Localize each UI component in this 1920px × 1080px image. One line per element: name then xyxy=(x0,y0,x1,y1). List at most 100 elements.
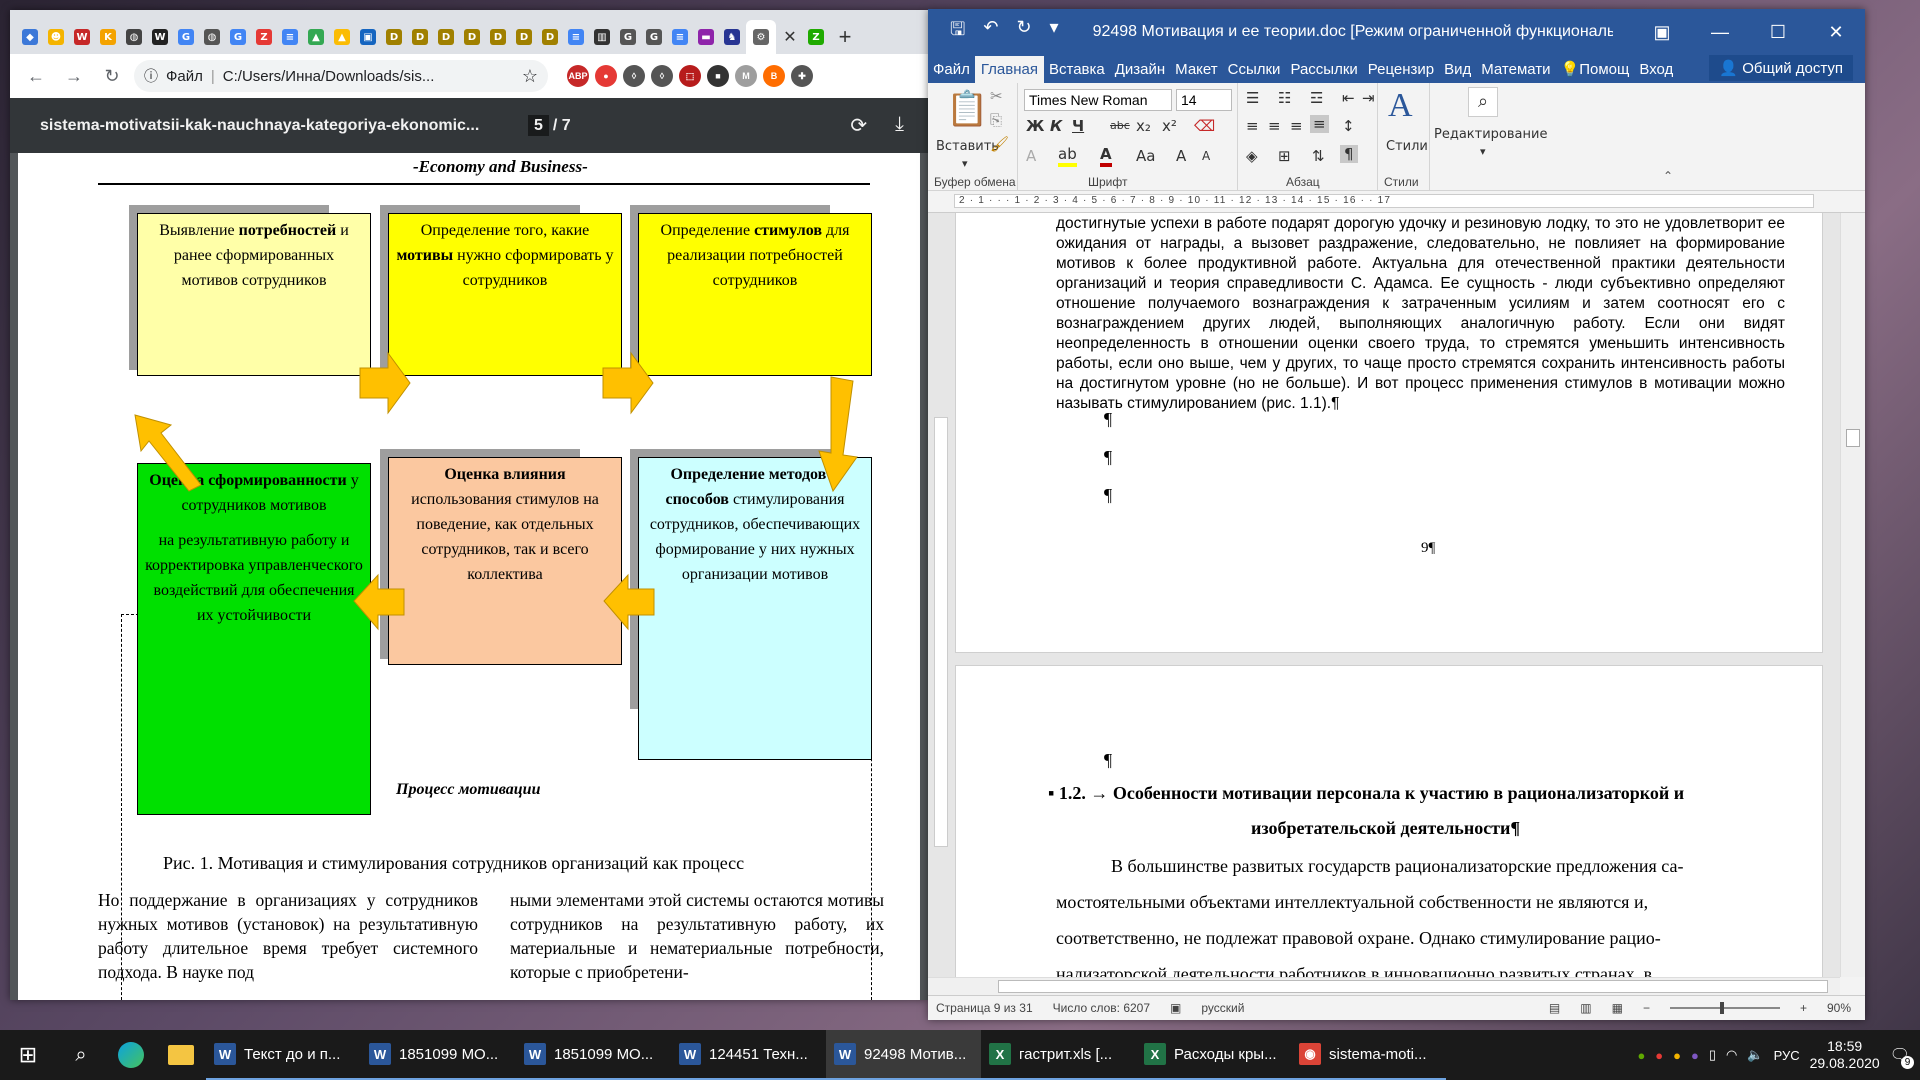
shrink-font-icon[interactable]: A xyxy=(1202,149,1210,163)
sign-in-link[interactable]: Вход xyxy=(1634,61,1678,83)
horizontal-ruler[interactable]: 2 · 1 · · · 1 · 2 · 3 · 4 · 5 · 6 · 7 · … xyxy=(928,191,1865,213)
tab-file[interactable]: Файл xyxy=(928,61,975,83)
browser-tab[interactable]: D xyxy=(434,20,458,54)
styles-icon[interactable]: A xyxy=(1388,87,1413,125)
shield-outline-icon[interactable]: ◊ xyxy=(623,65,645,87)
viber-icon[interactable]: ● xyxy=(1691,1048,1699,1063)
browser-tab[interactable]: G xyxy=(642,20,666,54)
notification-icon[interactable]: 🗨 9 xyxy=(1890,1045,1914,1069)
keyboard-lang[interactable]: РУС xyxy=(1774,1048,1800,1063)
horizontal-scrollbar[interactable] xyxy=(928,977,1840,995)
page-count-status[interactable]: Страница 9 из 31 xyxy=(936,1001,1033,1015)
search-icon[interactable]: ⌕ xyxy=(1468,87,1498,117)
font-size-select[interactable]: 14 xyxy=(1176,89,1232,111)
subscript-icon[interactable]: x₂ xyxy=(1136,117,1151,135)
back-icon[interactable]: ← xyxy=(20,60,52,92)
decrease-indent-icon[interactable]: ⇤ xyxy=(1342,89,1355,107)
copy-icon[interactable]: ⎘ xyxy=(990,111,1002,129)
browser-tab[interactable]: D xyxy=(486,20,510,54)
m-icon[interactable]: M xyxy=(735,65,757,87)
volume-icon[interactable]: 🔈 xyxy=(1747,1047,1763,1063)
browser-tab[interactable]: ▬ xyxy=(694,20,718,54)
vertical-ruler[interactable] xyxy=(934,417,948,847)
collapse-ribbon-icon[interactable]: ⌃ xyxy=(1663,169,1673,183)
web-layout-icon[interactable]: ▦ xyxy=(1612,1001,1623,1015)
download-icon[interactable]: ⤓ xyxy=(895,113,904,138)
browser-tab[interactable]: D xyxy=(408,20,432,54)
taskbar-app[interactable]: X Расходы кры... xyxy=(1136,1030,1291,1080)
tab-design[interactable]: Дизайн xyxy=(1110,61,1170,83)
scroll-thumb[interactable] xyxy=(1846,429,1860,447)
text-effects-icon[interactable]: A xyxy=(1026,147,1036,165)
language-status[interactable]: русский xyxy=(1201,1001,1244,1015)
grow-font-icon[interactable]: A xyxy=(1176,147,1186,165)
taskbar-app[interactable]: W 1851099 МО... xyxy=(516,1030,671,1080)
read-mode-icon[interactable]: ▤ xyxy=(1549,1001,1560,1015)
align-right-icon[interactable]: ≡ xyxy=(1290,117,1303,135)
taskbar-app[interactable]: W 1851099 МО... xyxy=(361,1030,516,1080)
shield-outline2-icon[interactable]: ◊ xyxy=(651,65,673,87)
cut-icon[interactable]: ✂ xyxy=(990,87,1003,105)
increase-indent-icon[interactable]: ⇥ xyxy=(1362,89,1375,107)
proofing-icon[interactable]: ▣ xyxy=(1170,1001,1181,1015)
bold-icon[interactable]: Ж xyxy=(1026,117,1044,135)
puzzle-icon[interactable]: ✚ xyxy=(791,65,813,87)
shield-red-icon[interactable]: ● xyxy=(595,65,617,87)
print-layout-icon[interactable]: ▥ xyxy=(1580,1001,1591,1015)
tab-mailings[interactable]: Рассылки xyxy=(1285,61,1362,83)
zoom-level[interactable]: 90% xyxy=(1827,1001,1865,1015)
browser-tab[interactable]: W xyxy=(148,20,172,54)
zoom-in-icon[interactable]: + xyxy=(1800,1001,1807,1015)
taskbar-app[interactable]: W 92498 Мотив... xyxy=(826,1030,981,1080)
browser-tab[interactable]: G xyxy=(226,20,250,54)
star-icon[interactable]: ☆ xyxy=(522,66,538,87)
browser-tab[interactable]: Z xyxy=(804,20,828,54)
editing-dropdown-icon[interactable]: ▾ xyxy=(1480,145,1486,158)
ribbon-display-icon[interactable]: ▣ xyxy=(1633,22,1691,43)
font-color-icon[interactable]: A xyxy=(1100,145,1112,167)
align-left-icon[interactable]: ≡ xyxy=(1246,117,1259,135)
phone-icon[interactable]: ▯ xyxy=(1709,1047,1716,1063)
borders-icon[interactable]: ⊞ xyxy=(1278,147,1291,165)
tab-home[interactable]: Главная xyxy=(974,56,1044,83)
document-area[interactable]: достигнутые успехи в работе подарят доро… xyxy=(928,213,1840,977)
tray-app2-icon[interactable]: ● xyxy=(1655,1048,1663,1063)
tab-layout[interactable]: Макет xyxy=(1170,61,1222,83)
vertical-scrollbar[interactable] xyxy=(1840,213,1865,977)
browser-tab[interactable]: D xyxy=(460,20,484,54)
search-icon[interactable]: ⌕ xyxy=(56,1030,106,1080)
browser-tab[interactable]: ▣ xyxy=(356,20,380,54)
browser-tab[interactable]: W xyxy=(70,20,94,54)
browser-tab[interactable]: D xyxy=(512,20,536,54)
browser-tab[interactable]: G xyxy=(616,20,640,54)
minimize-icon[interactable]: — xyxy=(1691,22,1749,43)
save-icon[interactable]: 🖫 xyxy=(950,17,965,47)
file-explorer-icon[interactable] xyxy=(156,1030,206,1080)
shading-icon[interactable]: ◈ xyxy=(1246,147,1258,165)
zoom-slider[interactable] xyxy=(1669,1002,1780,1014)
browser-tab[interactable]: ≡ xyxy=(278,20,302,54)
tab-references[interactable]: Ссылки xyxy=(1223,61,1286,83)
browser-tab[interactable]: ◍ xyxy=(200,20,224,54)
font-name-select[interactable]: Times New Roman xyxy=(1024,89,1172,111)
taskbar-app[interactable]: ◉ sistema-moti... xyxy=(1291,1030,1446,1080)
show-marks-icon[interactable]: ¶ xyxy=(1340,145,1358,163)
maximize-icon[interactable]: ☐ xyxy=(1749,22,1807,43)
tab-review[interactable]: Рецензир xyxy=(1363,61,1439,83)
close-tab-icon[interactable]: ✕ xyxy=(778,20,802,54)
reload-icon[interactable]: ↻ xyxy=(96,60,128,92)
hscroll-thumb[interactable] xyxy=(998,980,1828,993)
bullets-icon[interactable]: ☰ xyxy=(1246,89,1259,107)
qat-dropdown-icon[interactable]: ▾ xyxy=(1050,17,1059,47)
strikethrough-icon[interactable]: abc xyxy=(1110,119,1130,132)
browser-tab[interactable]: ♞ xyxy=(720,20,744,54)
browser-tab[interactable]: ☻ xyxy=(44,20,68,54)
address-bar[interactable]: ⓘ Файл | C:/Users/Инна/Downloads/sis... … xyxy=(134,60,548,92)
numbering-icon[interactable]: ☷ xyxy=(1278,89,1291,107)
paste-icon[interactable]: 📋 xyxy=(946,89,988,129)
format-painter-icon[interactable]: 🖌 xyxy=(990,135,1009,153)
italic-icon[interactable]: К xyxy=(1050,117,1062,135)
line-spacing-icon[interactable]: ↕ xyxy=(1342,117,1355,135)
pdf-icon[interactable]: ⬚ xyxy=(679,65,701,87)
browser-tab[interactable]: ▥ xyxy=(590,20,614,54)
